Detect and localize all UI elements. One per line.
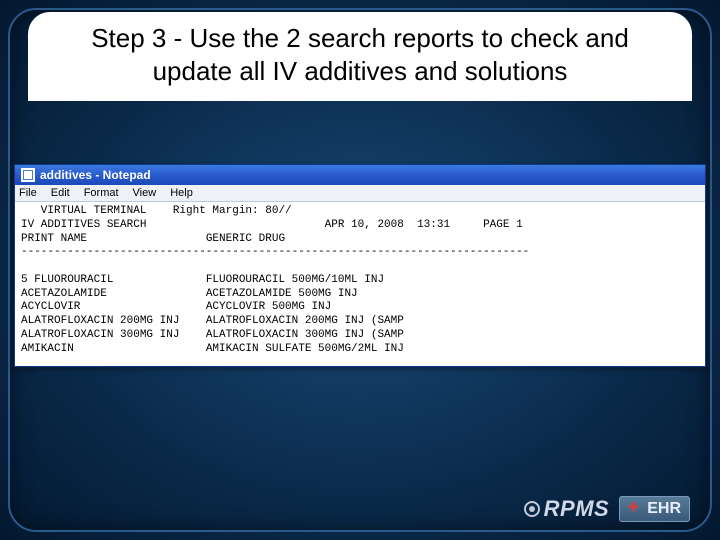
branding-area: RPMS EHR [524, 496, 690, 522]
menu-view[interactable]: View [133, 187, 157, 199]
rpms-logo-icon [524, 501, 540, 517]
notepad-title-text: additives - Notepad [40, 168, 151, 182]
notepad-window: additives - Notepad File Edit Format Vie… [14, 164, 706, 367]
menu-edit[interactable]: Edit [51, 187, 70, 199]
menu-format[interactable]: Format [84, 187, 119, 199]
notepad-text-area[interactable]: VIRTUAL TERMINAL Right Margin: 80// IV A… [15, 202, 705, 366]
ehr-cross-icon [628, 502, 642, 516]
rpms-logo: RPMS [524, 496, 610, 522]
ehr-badge-text: EHR [647, 500, 681, 518]
menu-file[interactable]: File [19, 187, 37, 199]
notepad-titlebar[interactable]: additives - Notepad [15, 165, 705, 185]
slide-title: Step 3 - Use the 2 search reports to che… [28, 12, 692, 101]
notepad-icon [21, 168, 35, 182]
menu-help[interactable]: Help [170, 187, 193, 199]
ehr-badge: EHR [619, 496, 690, 522]
notepad-menubar: File Edit Format View Help [15, 185, 705, 202]
rpms-logo-text: RPMS [544, 496, 610, 522]
